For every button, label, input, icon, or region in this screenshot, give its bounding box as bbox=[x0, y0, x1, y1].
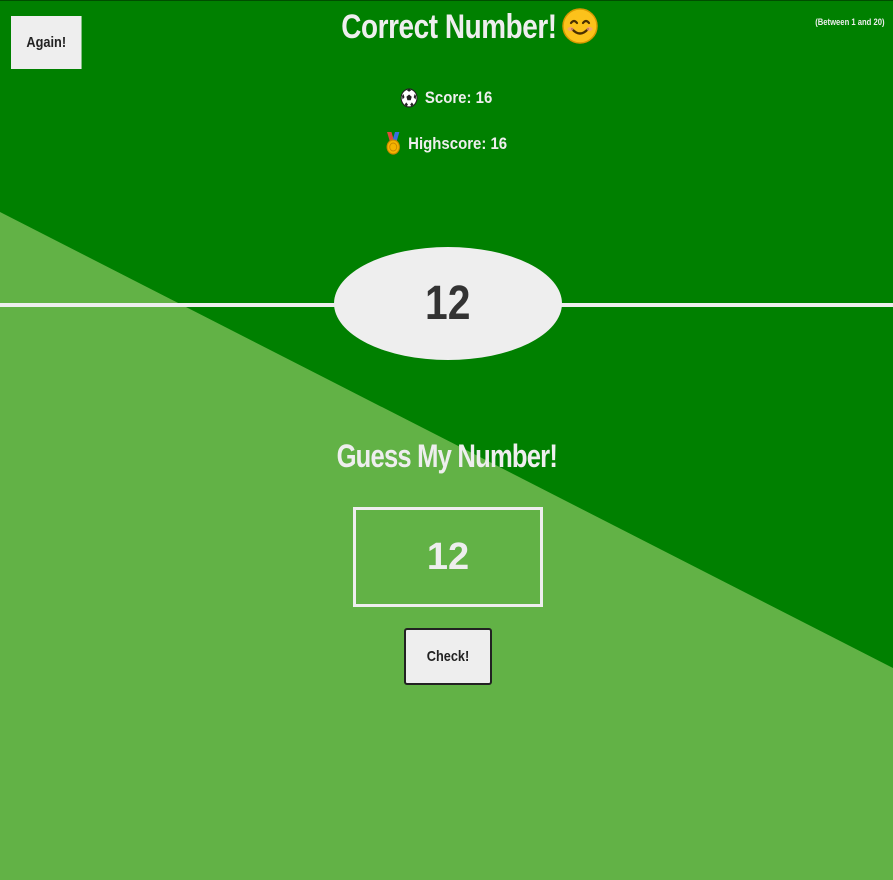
highscore-row: Highscore: 16 bbox=[0, 132, 893, 161]
secret-number-value: 12 bbox=[425, 277, 471, 330]
status-message-text: Correct Number! bbox=[340, 8, 557, 46]
check-button[interactable]: Check! bbox=[404, 628, 492, 685]
secret-number-display: 12 bbox=[334, 247, 562, 360]
score-row: Score: 16 bbox=[0, 88, 893, 113]
smiling-face-icon bbox=[562, 8, 599, 44]
top-border bbox=[0, 0, 893, 1]
medal-icon bbox=[386, 132, 401, 155]
guess-input[interactable] bbox=[353, 507, 543, 607]
check-button-label: Check! bbox=[426, 648, 470, 665]
range-hint: (Between 1 and 20) bbox=[815, 17, 885, 27]
guess-title-text: Guess My Number! bbox=[336, 438, 557, 474]
guess-title: Guess My Number! bbox=[0, 438, 893, 475]
score-label: Score: 16 bbox=[425, 88, 493, 107]
status-message: Correct Number! bbox=[0, 5, 893, 49]
highscore-label: Highscore: 16 bbox=[408, 134, 508, 153]
soccer-ball-icon bbox=[400, 88, 418, 108]
